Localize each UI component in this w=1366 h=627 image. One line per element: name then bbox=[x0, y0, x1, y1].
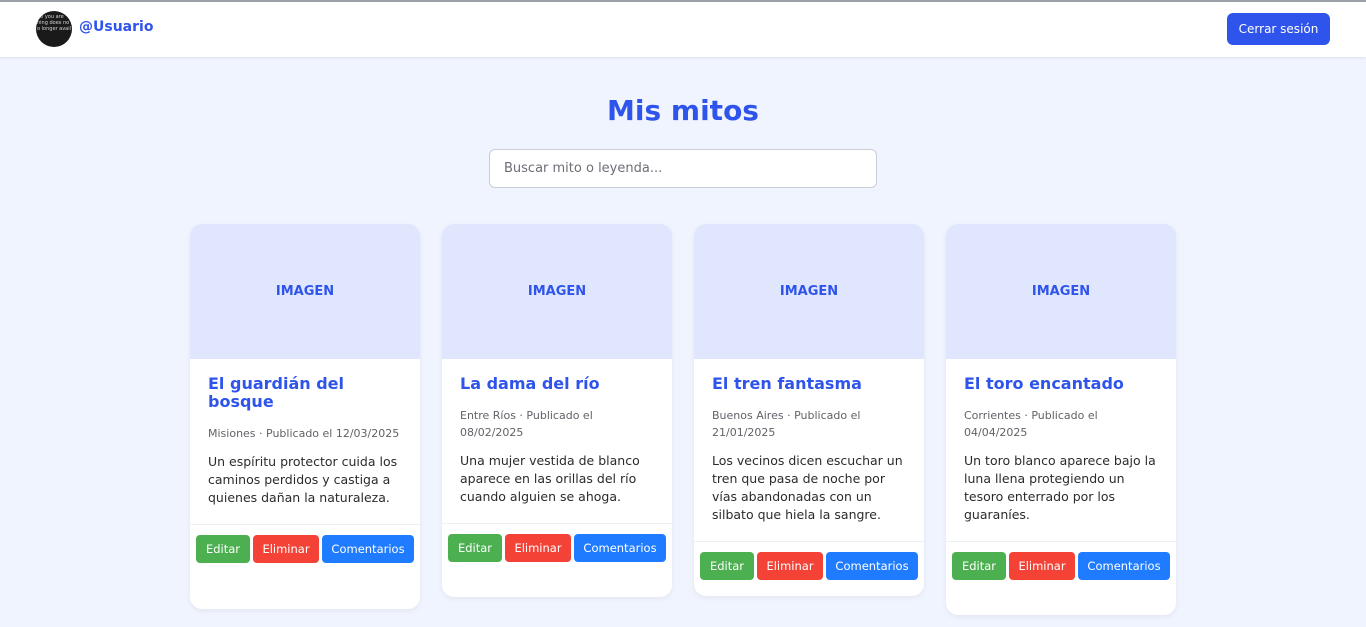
delete-button[interactable]: Eliminar bbox=[1009, 552, 1075, 580]
card-footer bbox=[694, 590, 924, 596]
card-description: Un espíritu protector cuida los caminos … bbox=[208, 454, 398, 505]
card-description: Un toro blanco aparece bajo la luna llen… bbox=[964, 453, 1156, 522]
myth-card: IMAGEN La dama del río Entre Ríos · Publ… bbox=[442, 224, 672, 597]
comments-button[interactable]: Comentarios bbox=[574, 534, 666, 562]
card-title[interactable]: El toro encantado bbox=[964, 375, 1158, 393]
edit-button[interactable]: Editar bbox=[952, 552, 1006, 580]
card-body: El tren fantasma Buenos Aires · Publicad… bbox=[694, 359, 924, 524]
card-body: El guardián del bosque Misiones · Public… bbox=[190, 359, 420, 507]
myth-card: IMAGEN El toro encantado Corrientes · Pu… bbox=[946, 224, 1176, 615]
top-navbar: ge you are hing does no o longer avail @… bbox=[0, 0, 1366, 57]
comments-button[interactable]: Comentarios bbox=[322, 535, 414, 563]
card-footer bbox=[190, 573, 420, 609]
delete-button[interactable]: Eliminar bbox=[505, 534, 571, 562]
card-actions: Editar Eliminar Comentarios bbox=[694, 541, 924, 590]
card-footer bbox=[442, 572, 672, 597]
card-meta: Misiones · Publicado el 12/03/2025 bbox=[208, 427, 400, 440]
card-image-placeholder: IMAGEN bbox=[694, 224, 924, 359]
card-title[interactable]: La dama del río bbox=[460, 375, 654, 393]
card-title[interactable]: El guardián del bosque bbox=[208, 375, 402, 411]
page-title: Mis mitos bbox=[607, 94, 759, 127]
card-description: Los vecinos dicen escuchar un tren que p… bbox=[712, 453, 903, 522]
comments-button[interactable]: Comentarios bbox=[826, 552, 918, 580]
card-body: El toro encantado Corrientes · Publicado… bbox=[946, 359, 1176, 524]
card-meta: Entre Ríos · Publicado el 08/02/2025 bbox=[460, 409, 593, 439]
card-body: La dama del río Entre Ríos · Publicado e… bbox=[442, 359, 672, 506]
logout-button[interactable]: Cerrar sesión bbox=[1227, 13, 1330, 45]
search-input[interactable] bbox=[489, 149, 877, 188]
card-footer bbox=[946, 590, 1176, 615]
card-meta: Corrientes · Publicado el 04/04/2025 bbox=[964, 409, 1098, 439]
delete-button[interactable]: Eliminar bbox=[253, 535, 319, 563]
username-link[interactable]: @Usuario bbox=[79, 19, 153, 35]
edit-button[interactable]: Editar bbox=[196, 535, 250, 563]
card-description: Una mujer vestida de blanco aparece en l… bbox=[460, 453, 640, 504]
card-actions: Editar Eliminar Comentarios bbox=[946, 541, 1176, 590]
card-title[interactable]: El tren fantasma bbox=[712, 375, 906, 393]
myth-card: IMAGEN El tren fantasma Buenos Aires · P… bbox=[694, 224, 924, 596]
myth-card: IMAGEN El guardián del bosque Misiones ·… bbox=[190, 224, 420, 609]
card-actions: Editar Eliminar Comentarios bbox=[442, 523, 672, 572]
card-actions: Editar Eliminar Comentarios bbox=[190, 524, 420, 573]
card-image-placeholder: IMAGEN bbox=[190, 224, 420, 359]
edit-button[interactable]: Editar bbox=[448, 534, 502, 562]
card-meta: Buenos Aires · Publicado el 21/01/2025 bbox=[712, 409, 861, 439]
edit-button[interactable]: Editar bbox=[700, 552, 754, 580]
card-image-placeholder: IMAGEN bbox=[442, 224, 672, 359]
delete-button[interactable]: Eliminar bbox=[757, 552, 823, 580]
avatar[interactable]: ge you are hing does no o longer avail bbox=[36, 11, 72, 47]
card-image-placeholder: IMAGEN bbox=[946, 224, 1176, 359]
comments-button[interactable]: Comentarios bbox=[1078, 552, 1170, 580]
